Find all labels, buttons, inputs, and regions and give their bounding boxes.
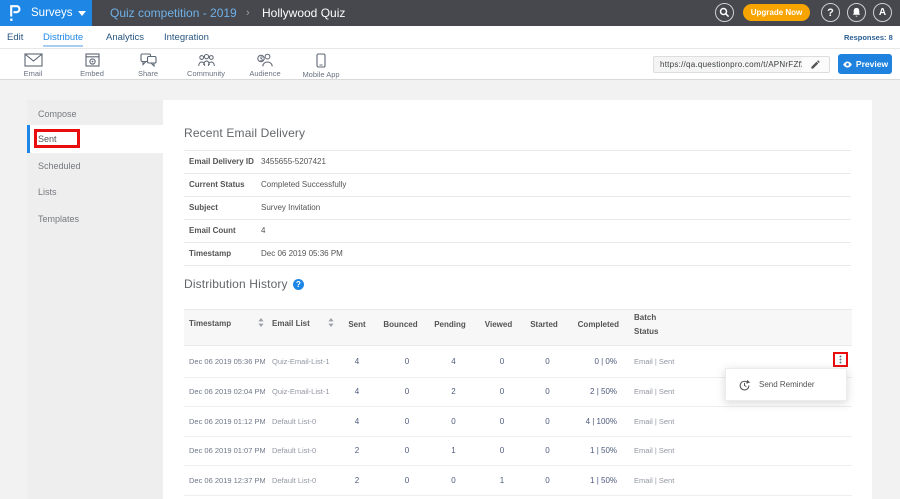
svg-text:$: $: [259, 56, 263, 63]
